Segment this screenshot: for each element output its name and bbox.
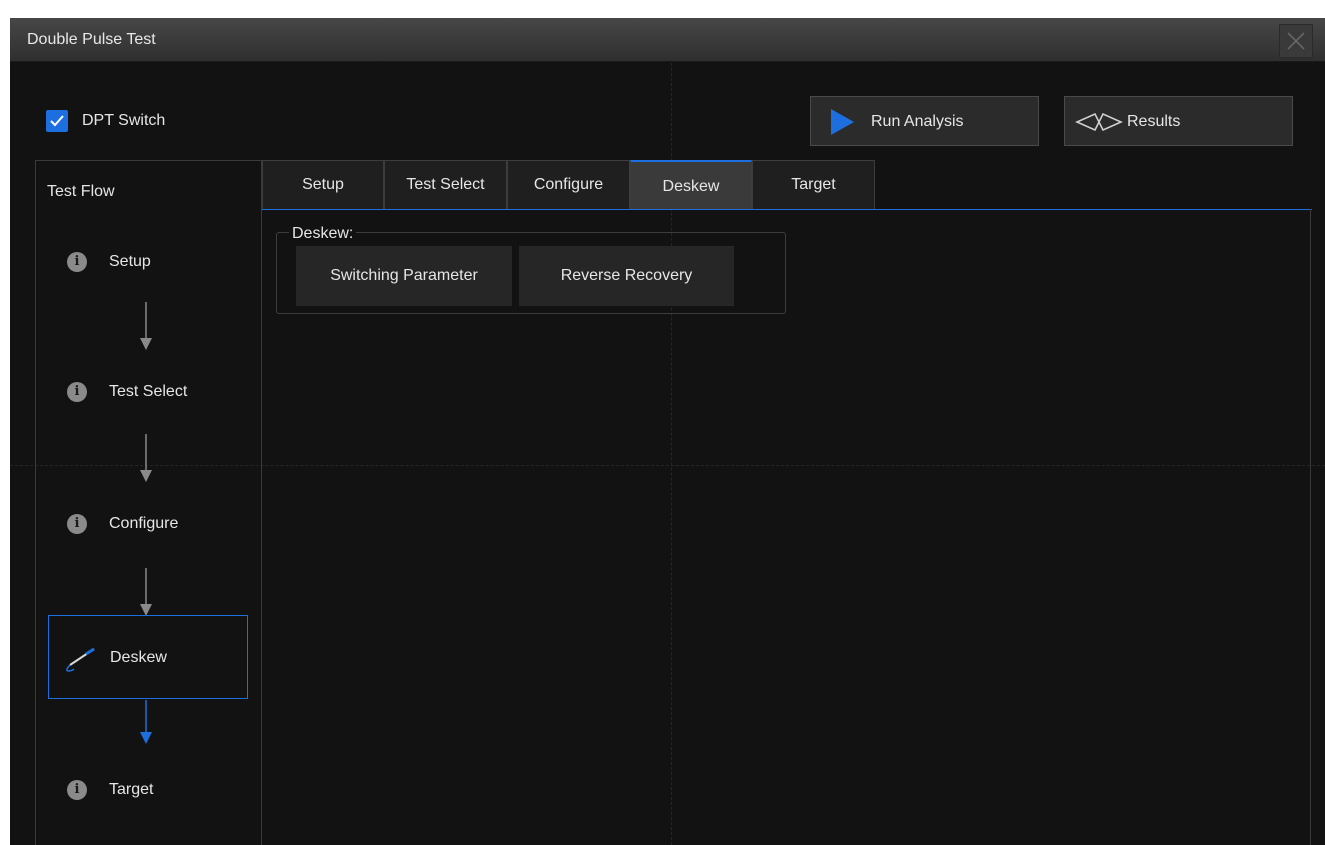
flow-step-label: Target <box>109 781 154 798</box>
reverse-recovery-button[interactable]: Reverse Recovery <box>519 246 734 306</box>
tab-configure[interactable]: Configure <box>507 160 630 209</box>
run-analysis-button[interactable]: Run Analysis <box>810 96 1039 146</box>
flow-step-label: Configure <box>109 515 179 532</box>
close-button[interactable] <box>1279 24 1313 58</box>
flow-arrow-down-icon <box>140 434 152 482</box>
results-button[interactable]: Results <box>1064 96 1293 146</box>
flow-step-deskew[interactable]: Deskew <box>48 615 248 699</box>
title-bar: Double Pulse Test <box>10 18 1325 62</box>
flow-step-target[interactable]: i Target <box>48 748 248 832</box>
panel-divider <box>261 160 262 845</box>
flow-step-label: Setup <box>109 253 151 270</box>
dpt-switch-label[interactable]: DPT Switch <box>82 112 165 130</box>
flow-step-configure[interactable]: i Configure <box>48 482 248 566</box>
results-label: Results <box>1127 113 1181 130</box>
info-icon: i <box>67 382 87 402</box>
grid-line-vertical <box>671 18 672 845</box>
results-icon <box>1075 112 1123 132</box>
flow-arrow-down-icon <box>140 700 152 744</box>
test-flow-heading: Test Flow <box>47 183 115 200</box>
info-icon: i <box>67 514 87 534</box>
flow-arrow-down-icon <box>140 302 152 350</box>
play-icon <box>831 109 854 135</box>
flow-step-label: Test Select <box>109 383 188 400</box>
probe-icon <box>66 647 95 672</box>
info-icon: i <box>67 780 87 800</box>
flow-step-setup[interactable]: i Setup <box>48 220 248 304</box>
deskew-group-legend: Deskew: <box>289 225 357 243</box>
tab-deskew[interactable]: Deskew <box>630 160 752 209</box>
tab-setup[interactable]: Setup <box>262 160 384 209</box>
flow-arrow-down-icon <box>140 568 152 616</box>
switching-parameter-button[interactable]: Switching Parameter <box>296 246 512 306</box>
double-pulse-test-window: Double Pulse Test DPT Switch Run Analysi… <box>10 18 1325 845</box>
tab-underline <box>262 209 1312 210</box>
info-icon: i <box>67 252 87 272</box>
dpt-switch-checkbox[interactable] <box>46 110 68 132</box>
content-border <box>1310 209 1311 845</box>
window-title: Double Pulse Test <box>27 31 156 48</box>
flow-step-label: Deskew <box>110 649 167 666</box>
tab-target[interactable]: Target <box>752 160 875 209</box>
close-icon <box>1287 32 1305 50</box>
checkmark-icon <box>50 115 64 127</box>
tab-test-select[interactable]: Test Select <box>384 160 507 209</box>
run-analysis-label: Run Analysis <box>871 113 964 130</box>
flow-step-test-select[interactable]: i Test Select <box>48 350 248 434</box>
